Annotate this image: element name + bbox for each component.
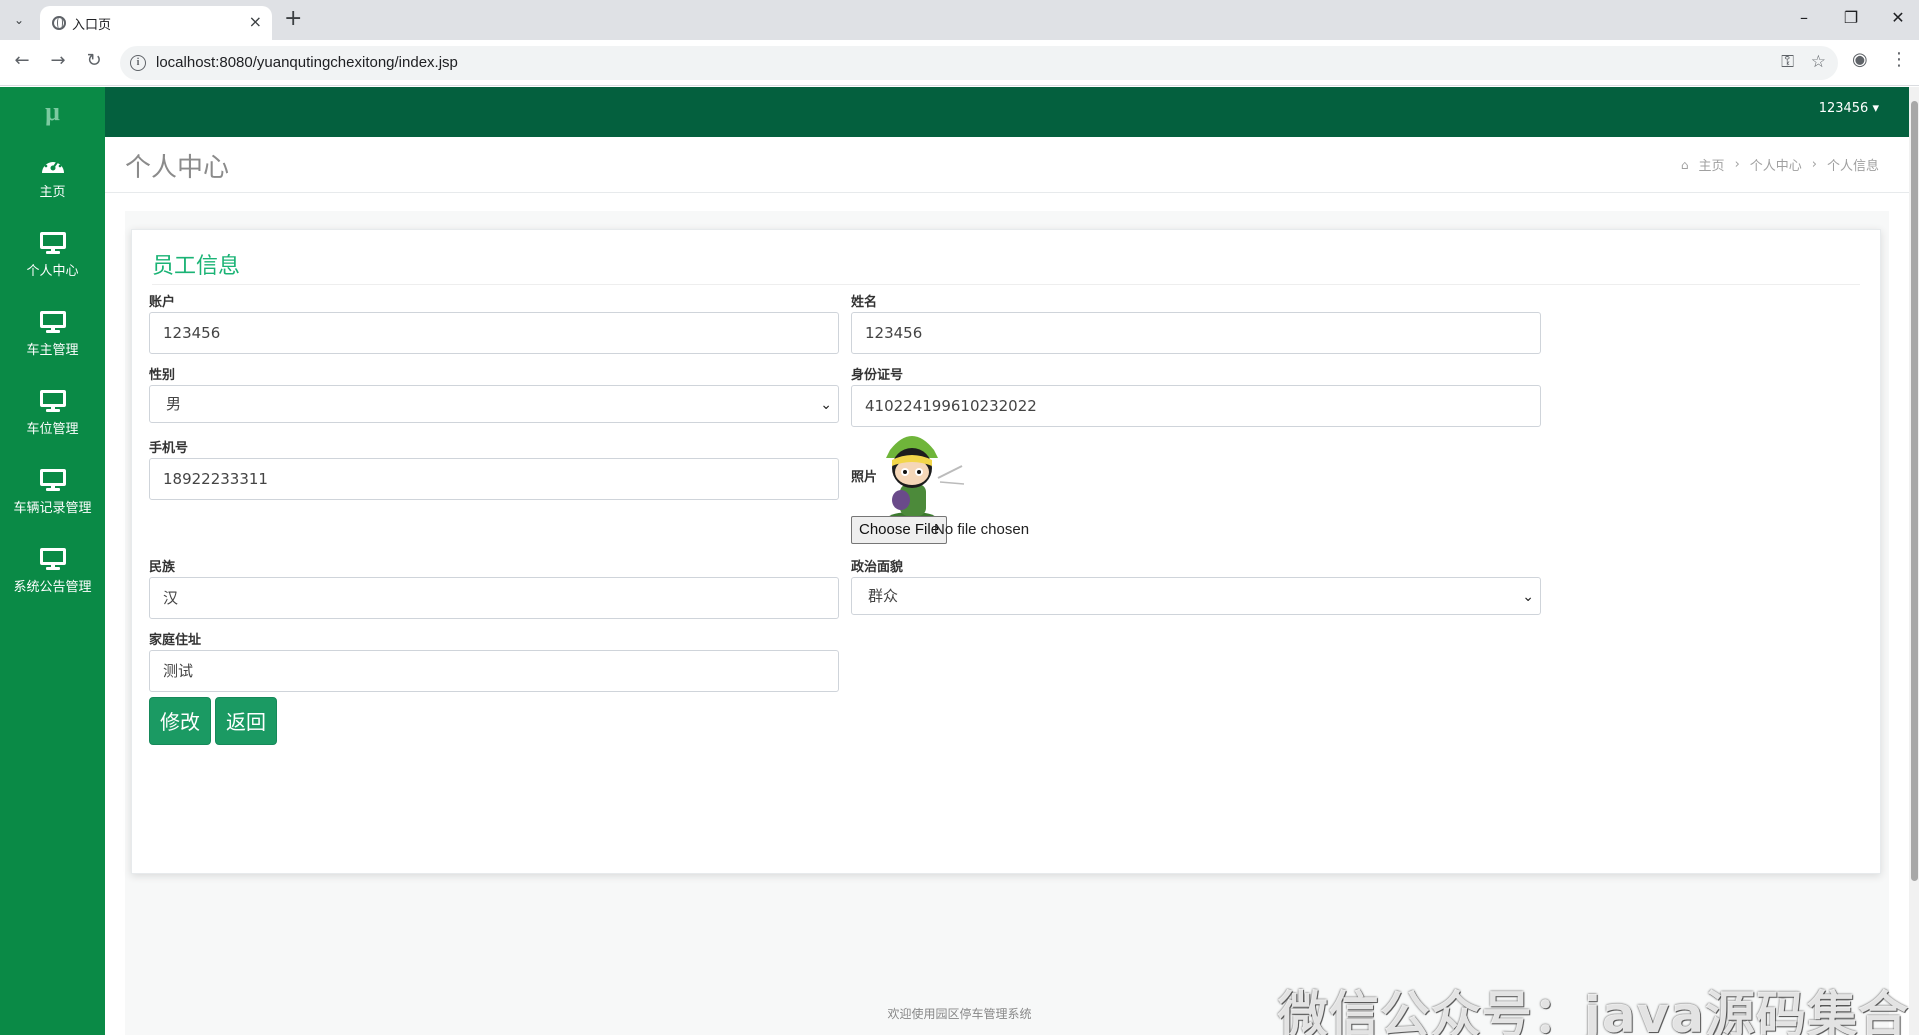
address-label: 家庭住址: [149, 633, 202, 648]
monitor-icon: [39, 311, 66, 333]
monitor-icon: [39, 232, 66, 254]
monitor-icon: [39, 548, 66, 570]
chevron-down-icon: ⌄: [1522, 589, 1534, 605]
phone-input[interactable]: 18922233311: [149, 458, 839, 500]
ethnic-label: 民族: [149, 560, 176, 575]
profile-icon[interactable]: ◉: [1852, 49, 1868, 70]
restore-icon[interactable]: ❐: [1831, 8, 1871, 27]
page-scrollbar[interactable]: [1909, 87, 1919, 1035]
window-close-icon[interactable]: ✕: [1878, 8, 1918, 27]
sidebar-item-home[interactable]: 主页: [0, 137, 105, 216]
page-title: 个人中心: [125, 153, 230, 183]
back-arrow-icon[interactable]: ←: [10, 50, 34, 71]
url-field[interactable]: i localhost:8080/yuanqutingchexitong/ind…: [120, 46, 1838, 80]
logo: μ: [45, 97, 60, 126]
idcard-input[interactable]: 410224199610232022: [851, 385, 1541, 427]
avatar-image: [886, 436, 965, 524]
more-menu-icon[interactable]: ⋮: [1890, 49, 1908, 70]
browser-tab[interactable]: 入口页 ×: [40, 6, 272, 40]
political-selected-value: 群众: [868, 587, 899, 605]
photo-label: 照片: [851, 470, 878, 485]
gender-select[interactable]: 男 ⌄: [149, 385, 839, 423]
forward-arrow-icon[interactable]: →: [46, 50, 70, 71]
employee-info-card: 员工信息 账户 123456 姓名 123456 性别 男 ⌄ 身份证号 410…: [131, 229, 1881, 874]
close-icon[interactable]: ×: [249, 12, 262, 31]
dashboard-icon: [41, 157, 64, 173]
sidebar-item-announcement-management[interactable]: 系统公告管理: [0, 532, 105, 611]
political-select[interactable]: 群众 ⌄: [851, 577, 1541, 615]
idcard-label: 身份证号: [851, 368, 904, 383]
browser-tab-strip: ⌄ 入口页 × + – ❐ ✕: [0, 0, 1919, 40]
user-dropdown[interactable]: 123456 ▾: [1819, 101, 1879, 116]
sidebar: μ 主页 个人中心 车主管理 车位管理 车辆记录管理 系统公告管理: [0, 87, 105, 1035]
sidebar-item-label: 车主管理: [26, 343, 79, 358]
back-button[interactable]: 返回: [215, 697, 277, 745]
ethnic-input[interactable]: 汉: [149, 577, 839, 619]
new-tab-icon[interactable]: +: [284, 6, 302, 31]
breadcrumb: ⌂ 主页 › 个人中心 › 个人信息: [1681, 155, 1879, 174]
sidebar-item-label: 个人中心: [26, 264, 79, 279]
minimize-icon[interactable]: –: [1784, 8, 1824, 27]
tab-search-icon[interactable]: ⌄: [8, 9, 30, 31]
page-header: 个人中心 ⌂ 主页 › 个人中心 › 个人信息: [105, 137, 1909, 193]
sidebar-item-label: 系统公告管理: [13, 580, 92, 595]
home-icon: ⌂: [1680, 157, 1689, 172]
user-name: 123456: [1818, 101, 1869, 116]
content-area: 个人中心 ⌂ 主页 › 个人中心 › 个人信息 员工信息 账户 123456 姓…: [105, 137, 1909, 1035]
breadcrumb-separator: ›: [1811, 157, 1817, 172]
sidebar-item-owner-management[interactable]: 车主管理: [0, 295, 105, 374]
monitor-icon: [39, 390, 66, 412]
file-status: No file chosen: [934, 521, 1030, 538]
divider: [152, 284, 1860, 285]
url-text: localhost:8080/yuanqutingchexitong/index…: [156, 54, 458, 71]
gender-label: 性别: [149, 368, 176, 383]
sidebar-item-personal-center[interactable]: 个人中心: [0, 216, 105, 295]
scrollbar-thumb[interactable]: [1911, 101, 1918, 881]
site-info-icon[interactable]: i: [130, 55, 146, 71]
sidebar-item-label: 车位管理: [26, 422, 79, 437]
address-input[interactable]: 测试: [149, 650, 839, 692]
phone-label: 手机号: [149, 441, 189, 456]
sidebar-item-label: 车辆记录管理: [13, 501, 92, 516]
choose-file-button[interactable]: Choose File: [851, 516, 948, 544]
watermark: 微信公众号：java源码集合: [1277, 986, 1909, 1035]
card-title: 员工信息: [152, 254, 241, 279]
gender-selected-value: 男: [166, 395, 182, 413]
bookmark-star-icon[interactable]: ☆: [1811, 52, 1826, 72]
address-bar: ← → ↻ i localhost:8080/yuanqutingchexito…: [0, 40, 1919, 86]
account-label: 账户: [149, 295, 176, 310]
monitor-icon: [39, 469, 66, 491]
sidebar-item-vehicle-record-management[interactable]: 车辆记录管理: [0, 453, 105, 532]
breadcrumb-home[interactable]: 主页: [1699, 155, 1725, 174]
reload-icon[interactable]: ↻: [82, 50, 106, 71]
chevron-down-icon: ▾: [1872, 101, 1879, 116]
chevron-down-icon: ⌄: [820, 397, 832, 413]
breadcrumb-separator: ›: [1734, 157, 1740, 172]
sidebar-item-label: 主页: [39, 185, 66, 200]
top-navbar: 123456 ▾: [105, 87, 1909, 137]
sidebar-item-parking-space-management[interactable]: 车位管理: [0, 374, 105, 453]
page-viewport: μ 主页 个人中心 车主管理 车位管理 车辆记录管理 系统公告管理 123456…: [0, 87, 1919, 1035]
tab-title: 入口页: [72, 17, 112, 32]
password-key-icon[interactable]: ⚿: [1781, 52, 1794, 72]
breadcrumb-personal-center[interactable]: 个人中心: [1750, 155, 1802, 174]
main-area: 员工信息 账户 123456 姓名 123456 性别 男 ⌄ 身份证号 410…: [125, 211, 1889, 1035]
edit-button[interactable]: 修改: [149, 697, 211, 745]
account-input[interactable]: 123456: [149, 312, 839, 354]
globe-icon: [52, 16, 66, 30]
name-input[interactable]: 123456: [851, 312, 1541, 354]
breadcrumb-personal-info: 个人信息: [1826, 159, 1879, 174]
political-label: 政治面貌: [851, 560, 904, 575]
name-label: 姓名: [851, 295, 878, 310]
